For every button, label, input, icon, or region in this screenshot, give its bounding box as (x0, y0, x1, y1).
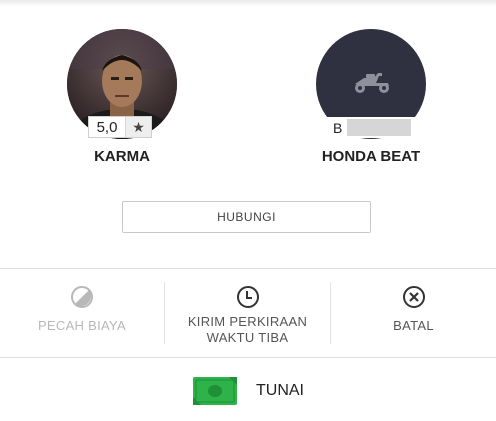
send-eta-label-line2: WAKTU TIBA (206, 330, 289, 345)
clock-icon (236, 286, 259, 308)
plate-redaction (347, 119, 411, 136)
payment-method[interactable]: TUNAI (192, 375, 304, 407)
cancel-button[interactable]: BATAL (331, 270, 496, 357)
send-eta-label-line1: KIRIM PERKIRAAN (187, 314, 308, 329)
split-fare-icon (71, 286, 93, 308)
scooter-icon (355, 73, 389, 93)
cash-icon (193, 377, 237, 405)
divider-bottom (0, 357, 496, 358)
split-fare-label: PECAH BIAYA (37, 318, 127, 333)
driver-rating-badge: 5,0 ★ (88, 116, 152, 138)
contact-driver-button[interactable]: HUBUNGI (122, 201, 371, 233)
star-icon: ★ (126, 117, 151, 137)
send-eta-label: KIRIM PERKIRAAN WAKTU TIBA (188, 314, 307, 346)
cancel-label: BATAL (393, 318, 434, 333)
license-plate: B (327, 117, 415, 138)
divider-top (0, 268, 496, 269)
top-shadow (0, 0, 496, 6)
driver-rating-value: 5,0 (89, 117, 126, 137)
close-circle-icon (402, 286, 425, 308)
send-eta-button[interactable]: KIRIM PERKIRAAN WAKTU TIBA (165, 270, 330, 357)
vehicle-name: HONDA BEAT (321, 148, 421, 165)
split-fare-button[interactable]: PECAH BIAYA (0, 270, 164, 357)
driver-name: KARMA (94, 148, 150, 165)
payment-method-label: TUNAI (256, 382, 304, 399)
license-plate-text: B (333, 119, 343, 136)
